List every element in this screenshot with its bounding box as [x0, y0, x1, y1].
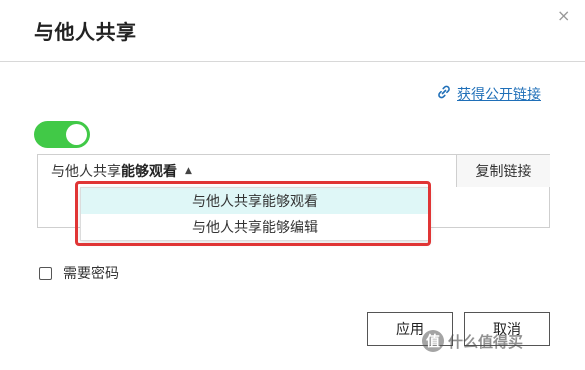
permission-select-label: 与他人共享: [51, 164, 121, 180]
close-icon[interactable]: ×: [557, 8, 570, 24]
permission-select-value: 能够观看: [121, 164, 177, 180]
require-password[interactable]: 需要密码: [39, 263, 119, 283]
toggle-knob: [66, 124, 87, 145]
dialog-title: 与他人共享: [34, 20, 137, 44]
copy-link-button[interactable]: 复制链接: [456, 155, 550, 187]
share-toggle[interactable]: [34, 121, 90, 148]
get-public-link[interactable]: 获得公开链接: [436, 84, 541, 104]
dropdown-option-edit[interactable]: 与他人共享能够编辑: [81, 214, 429, 240]
caret-up-icon: ▲: [185, 166, 192, 176]
header-divider: [0, 61, 585, 62]
link-icon: [436, 84, 452, 104]
permission-select[interactable]: 与他人共享 能够观看 ▲: [38, 155, 456, 187]
public-link-label[interactable]: 获得公开链接: [457, 84, 541, 104]
dropdown-option-view[interactable]: 与他人共享能够观看: [81, 188, 429, 214]
password-label: 需要密码: [63, 266, 119, 282]
cancel-button[interactable]: 取消: [464, 312, 550, 346]
permission-dropdown: 与他人共享能够观看 与他人共享能够编辑: [80, 187, 430, 241]
apply-button[interactable]: 应用: [367, 312, 453, 346]
password-checkbox[interactable]: [39, 266, 52, 280]
